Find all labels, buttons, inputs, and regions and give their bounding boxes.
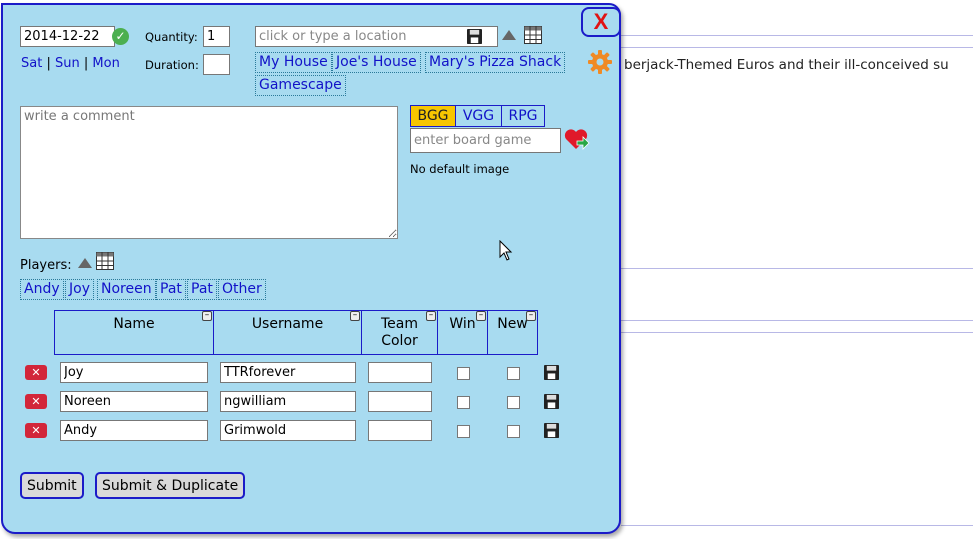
- location-chip-my-house[interactable]: My House: [255, 52, 332, 73]
- save-player-icon[interactable]: [544, 394, 559, 409]
- save-location-icon[interactable]: [467, 29, 482, 44]
- background-divider: [621, 35, 973, 36]
- duration-label: Duration:: [145, 58, 199, 72]
- collapse-column-icon[interactable]: –: [476, 311, 486, 321]
- save-player-icon[interactable]: [544, 423, 559, 438]
- player-username-input[interactable]: [220, 362, 356, 383]
- column-header-label: New: [497, 316, 528, 332]
- comment-textarea[interactable]: [20, 106, 398, 239]
- player-chip-joy[interactable]: Joy: [65, 279, 94, 300]
- save-player-icon[interactable]: [544, 365, 559, 380]
- player-team-color-input[interactable]: [368, 362, 432, 383]
- location-table-icon[interactable]: [524, 26, 542, 44]
- day-link-mon[interactable]: Mon: [92, 56, 119, 71]
- log-play-dialog: X ✓ Sat | Sun | Mon Quantity: Duration: …: [1, 3, 621, 534]
- settings-gear-icon[interactable]: [587, 49, 613, 75]
- quantity-input[interactable]: [203, 26, 230, 47]
- player-chip-other[interactable]: Other: [218, 279, 266, 300]
- player-chip-pat[interactable]: Pat: [156, 279, 186, 300]
- day-shortcuts: Sat | Sun | Mon: [21, 56, 120, 71]
- player-name-input[interactable]: [60, 362, 208, 383]
- location-chip-joes-house[interactable]: Joe's House: [332, 52, 421, 73]
- collapse-column-icon[interactable]: –: [202, 311, 212, 321]
- date-valid-check-icon: ✓: [112, 28, 129, 45]
- day-separator: |: [46, 56, 51, 71]
- day-separator: |: [83, 56, 89, 71]
- remove-player-icon[interactable]: ✕: [25, 423, 47, 438]
- column-header-new: New –: [487, 310, 538, 355]
- column-header-team-color: Team Color –: [361, 310, 438, 355]
- tab-vgg[interactable]: VGG: [455, 105, 502, 127]
- player-win-checkbox[interactable]: [457, 367, 470, 380]
- tab-bgg[interactable]: BGG: [410, 105, 456, 127]
- quantity-label: Quantity:: [145, 30, 198, 44]
- player-team-color-input[interactable]: [368, 420, 432, 441]
- player-username-input[interactable]: [220, 391, 356, 412]
- player-username-input[interactable]: [220, 420, 356, 441]
- location-input[interactable]: [255, 26, 498, 47]
- player-new-checkbox[interactable]: [507, 396, 520, 409]
- mouse-cursor-icon: [499, 240, 513, 261]
- column-header-label: Username: [251, 316, 324, 332]
- player-win-checkbox[interactable]: [457, 396, 470, 409]
- column-header-label: Name: [113, 316, 155, 332]
- board-game-input[interactable]: [410, 128, 561, 153]
- location-chip-gamescape[interactable]: Gamescape: [255, 75, 346, 96]
- player-chip-pat[interactable]: Pat: [187, 279, 217, 300]
- player-name-input[interactable]: [60, 420, 208, 441]
- player-chip-andy[interactable]: Andy: [20, 279, 64, 300]
- players-table-icon[interactable]: [96, 252, 114, 270]
- column-header-label: Win: [449, 316, 476, 332]
- background-divider: [621, 332, 973, 333]
- collapse-location-icon[interactable]: [502, 30, 516, 40]
- collapse-column-icon[interactable]: –: [526, 311, 536, 321]
- background-divider: [621, 320, 973, 321]
- submit-duplicate-button[interactable]: Submit & Duplicate: [95, 472, 246, 499]
- collapse-column-icon[interactable]: –: [350, 311, 360, 321]
- background-divider: [621, 525, 973, 526]
- location-chip-marys-pizza-shack[interactable]: Mary's Pizza Shack: [425, 52, 566, 73]
- no-default-image-text: No default image: [410, 162, 510, 176]
- player-new-checkbox[interactable]: [507, 425, 520, 438]
- column-header-name: Name –: [54, 310, 214, 355]
- tab-rpg[interactable]: RPG: [501, 105, 545, 127]
- column-header-win: Win –: [437, 310, 488, 355]
- duration-input[interactable]: [203, 54, 230, 75]
- submit-button[interactable]: Submit: [20, 472, 84, 499]
- remove-player-icon[interactable]: ✕: [25, 394, 47, 409]
- collapse-column-icon[interactable]: –: [426, 311, 436, 321]
- day-link-sun[interactable]: Sun: [55, 56, 80, 71]
- day-link-sat[interactable]: Sat: [21, 56, 42, 71]
- background-post-title: berjack-Themed Euros and their ill-conce…: [624, 57, 949, 73]
- favorite-games-heart-icon[interactable]: [564, 127, 590, 151]
- player-name-input[interactable]: [60, 391, 208, 412]
- background-divider: [621, 268, 973, 269]
- background-divider: [621, 47, 973, 48]
- column-header-label: Team Color: [380, 316, 418, 349]
- player-win-checkbox[interactable]: [457, 425, 470, 438]
- player-team-color-input[interactable]: [368, 391, 432, 412]
- collapse-players-icon[interactable]: [78, 258, 92, 268]
- players-label: Players:: [20, 258, 72, 273]
- column-header-username: Username –: [213, 310, 362, 355]
- player-new-checkbox[interactable]: [507, 367, 520, 380]
- player-chip-noreen[interactable]: Noreen: [97, 279, 156, 300]
- close-button[interactable]: X: [581, 7, 621, 37]
- remove-player-icon[interactable]: ✕: [25, 365, 47, 380]
- date-input[interactable]: [20, 26, 115, 47]
